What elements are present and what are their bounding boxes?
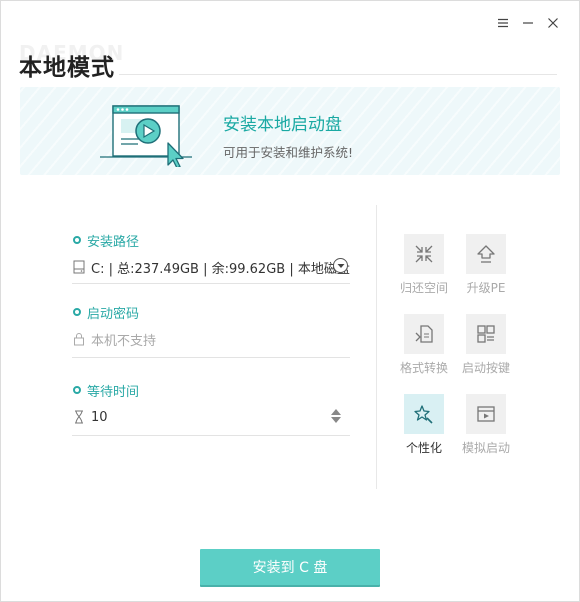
stepper-arrows-icon[interactable]: [330, 408, 342, 424]
disk-icon: [72, 259, 86, 275]
install-to-c-button[interactable]: 安装到 C 盘: [200, 549, 380, 585]
tool-boot-key-label: 启动按键: [461, 361, 510, 375]
bullet-circle-icon: [73, 386, 81, 394]
wait-time-label-text: 等待时间: [87, 384, 140, 400]
boot-password-label-text: 启动密码: [87, 306, 140, 322]
install-path-value: C: | 总:237.49GB | 余:99.62GB | 本地磁盘: [91, 261, 350, 277]
boot-password-input: 本机不支持: [72, 329, 350, 349]
star-brush-icon: [404, 394, 444, 434]
menu-icon[interactable]: [493, 13, 513, 33]
page-title: 本地模式: [19, 55, 115, 81]
vertical-divider: [376, 205, 377, 489]
wait-time-input[interactable]: 10: [72, 407, 350, 427]
hourglass-icon: [72, 409, 86, 425]
install-path-select[interactable]: C: | 总:237.49GB | 余:99.62GB | 本地磁盘: [72, 257, 350, 277]
lock-icon: [72, 331, 86, 347]
tool-simulate-boot[interactable]: 模拟启动: [457, 394, 515, 456]
close-icon[interactable]: [543, 13, 563, 33]
tool-reclaim-space-label: 归还空间: [399, 281, 448, 295]
install-path-field: 安装路径 C: | 总:237.49GB | 余:99.62GB | 本地磁盘: [72, 231, 350, 284]
chevron-down-icon[interactable]: [333, 258, 348, 273]
shrink-arrows-icon: [404, 234, 444, 274]
boot-password-label: 启动密码: [72, 303, 350, 322]
install-path-label-text: 安装路径: [87, 234, 140, 250]
bullet-circle-icon: [73, 308, 81, 316]
play-window-icon: [466, 394, 506, 434]
keyboard-keys-icon: [466, 314, 506, 354]
wait-time-label: 等待时间: [72, 381, 350, 400]
banner-title: 安装本地启动盘: [223, 115, 342, 135]
monitor-play-illustration-icon: [100, 105, 192, 167]
app-window: DAEMON 本地模式 安装本地启动盘 可用于安装和维护系统! 安装路径 C: …: [0, 0, 580, 602]
wait-time-value: 10: [91, 409, 108, 425]
minimize-icon[interactable]: [518, 13, 538, 33]
tool-format-convert-label: 格式转换: [399, 361, 448, 375]
install-banner: 安装本地启动盘 可用于安装和维护系统!: [20, 87, 560, 175]
tool-reclaim-space[interactable]: 归还空间: [395, 234, 453, 296]
banner-subtitle: 可用于安装和维护系统!: [223, 145, 354, 160]
tool-simulate-boot-label: 模拟启动: [461, 441, 510, 455]
boot-password-placeholder: 本机不支持: [91, 333, 157, 349]
title-divider: [119, 74, 557, 75]
tool-upgrade-pe[interactable]: 升级PE: [457, 234, 515, 296]
install-path-label: 安装路径: [72, 231, 350, 250]
tool-upgrade-pe-label: 升级PE: [466, 281, 506, 295]
tool-personalize-label: 个性化: [405, 441, 442, 455]
wait-time-underline: [72, 435, 350, 436]
boot-password-underline: [72, 357, 350, 358]
boot-password-field: 启动密码 本机不支持: [72, 303, 350, 358]
file-convert-icon: [404, 314, 444, 354]
upload-house-icon: [466, 234, 506, 274]
bullet-circle-icon: [73, 236, 81, 244]
wait-time-field: 等待时间 10: [72, 381, 350, 436]
tool-format-convert[interactable]: 格式转换: [395, 314, 453, 376]
install-path-underline: [72, 283, 350, 284]
tool-boot-key[interactable]: 启动按键: [457, 314, 515, 376]
tool-personalize[interactable]: 个性化: [395, 394, 453, 456]
